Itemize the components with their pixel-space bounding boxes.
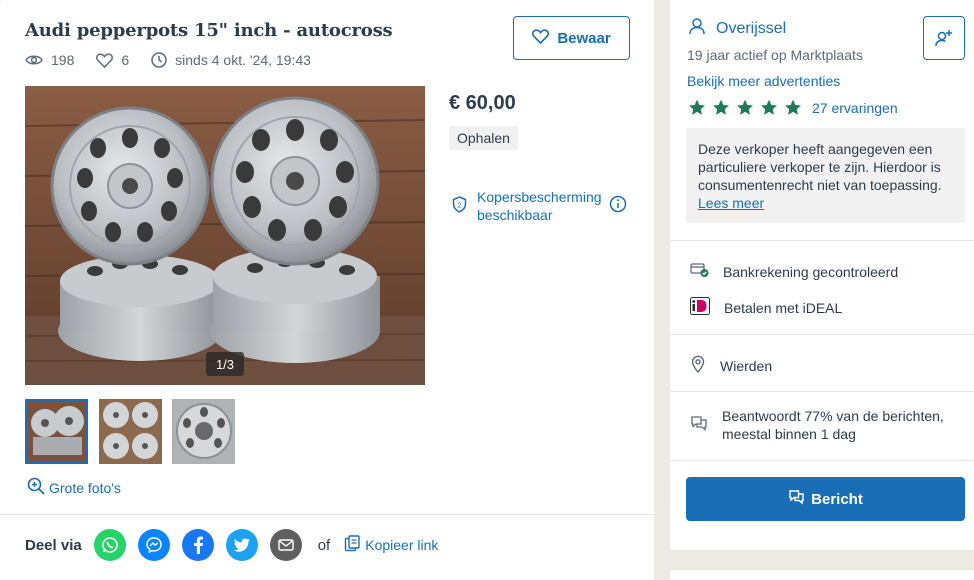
buyer-protection-label: Kopersbescherming beschikbaar — [477, 189, 602, 223]
views-count: 198 — [51, 52, 75, 68]
star-icon — [737, 99, 753, 115]
read-more-link[interactable]: Lees meer — [698, 195, 764, 211]
email-share-button[interactable] — [269, 529, 302, 561]
location-pin-icon — [690, 355, 706, 377]
seller-rating: 27 ervaringen — [688, 99, 898, 116]
divider — [670, 460, 974, 461]
star-icon — [761, 99, 777, 115]
share-or-label: of — [317, 536, 331, 554]
delivery-badge: Ophalen — [449, 126, 518, 150]
seller-name-link[interactable]: Overijssel — [688, 17, 786, 40]
svg-text:2: 2 — [458, 203, 462, 210]
response-row: Beantwoordt 77% van de berichten, meesta… — [690, 407, 952, 443]
messenger-share-button[interactable] — [137, 529, 170, 561]
whatsapp-share-button[interactable] — [93, 529, 126, 561]
divider — [0, 514, 654, 515]
whatsapp-icon — [101, 537, 118, 553]
user-plus-icon — [935, 30, 952, 47]
divider — [670, 240, 974, 241]
user-icon — [688, 17, 706, 40]
facebook-icon — [193, 536, 203, 554]
notice-text: Deze verkoper heeft aangegeven een parti… — [698, 141, 942, 193]
star-icon — [689, 99, 705, 115]
thumbnail-1[interactable] — [25, 399, 88, 464]
listing-meta: 198 6 sinds 4 okt. '24, 19:43 — [25, 52, 333, 68]
twitter-share-button[interactable] — [225, 529, 258, 561]
location-row: Wierden — [690, 355, 772, 377]
eye-icon — [25, 54, 43, 66]
mail-icon — [278, 539, 294, 551]
more-ads-link[interactable]: Bekijk meer advertenties — [687, 73, 840, 89]
bank-check-icon — [690, 261, 709, 282]
reviews-link[interactable]: 27 ervaringen — [812, 100, 898, 116]
message-button[interactable]: Bericht — [686, 477, 965, 521]
thumbnail-2[interactable] — [99, 399, 162, 464]
heart-icon — [96, 52, 114, 68]
seller-region: Overijssel — [716, 19, 787, 37]
ideal-label: Betalen met iDEAL — [724, 300, 843, 316]
save-button[interactable]: Bewaar — [513, 16, 630, 60]
favorites-count: 6 — [121, 52, 130, 68]
copy-link-label: Kopieer link — [365, 537, 439, 553]
copy-icon — [344, 535, 361, 555]
large-photos-label: Grote foto's — [49, 479, 121, 496]
clock-icon — [151, 52, 167, 68]
follow-seller-button[interactable] — [923, 16, 965, 60]
bank-verified-row: Bankrekening gecontroleerd — [690, 261, 898, 282]
star-icon — [713, 99, 729, 115]
star-icon — [785, 99, 801, 115]
listing-date: sinds 4 okt. '24, 19:43 — [175, 52, 311, 68]
large-photos-link[interactable]: Grote foto's — [27, 477, 121, 498]
chat-icon — [788, 489, 805, 509]
divider — [670, 391, 974, 392]
messenger-icon — [145, 537, 162, 554]
private-seller-notice: Deze verkoper heeft aangegeven een parti… — [686, 128, 965, 223]
location-label: Wierden — [720, 358, 773, 374]
twitter-icon — [233, 538, 250, 552]
share-label: Deel via — [25, 536, 82, 554]
listing-card: Audi pepperpots 15" inch - autocross 198… — [0, 0, 654, 580]
bank-verified-label: Bankrekening gecontroleerd — [723, 263, 899, 280]
save-button-label: Bewaar — [557, 29, 611, 47]
main-photo[interactable] — [25, 86, 425, 385]
heart-icon — [532, 28, 550, 48]
secondary-card — [670, 570, 974, 580]
response-label: Beantwoordt 77% van de berichten, meesta… — [722, 408, 944, 442]
listing-title: Audi pepperpots 15" inch - autocross — [25, 20, 393, 41]
shield-icon: 2 — [452, 196, 467, 224]
divider — [670, 334, 974, 335]
info-icon[interactable] — [609, 195, 627, 218]
buyer-protection-link[interactable]: 2 Kopersbescherming beschikbaar — [452, 188, 612, 224]
photo-counter: 1/3 — [206, 352, 244, 376]
message-button-label: Bericht — [811, 490, 863, 508]
facebook-share-button[interactable] — [181, 529, 214, 561]
thumbnail-3[interactable] — [172, 399, 235, 464]
share-bar: Deel via of Kopieer link — [25, 529, 438, 561]
copy-link-button[interactable]: Kopieer link — [344, 535, 438, 555]
chat-icon — [690, 415, 708, 435]
ideal-row: Betalen met iDEAL — [690, 297, 842, 319]
price: € 60,00 — [449, 92, 516, 114]
seller-active-years: 19 jaar actief op Marktplaats — [687, 47, 863, 63]
ideal-icon — [690, 297, 710, 319]
seller-card: Overijssel 19 jaar actief op Marktplaats… — [670, 0, 974, 550]
zoom-icon — [27, 477, 45, 498]
